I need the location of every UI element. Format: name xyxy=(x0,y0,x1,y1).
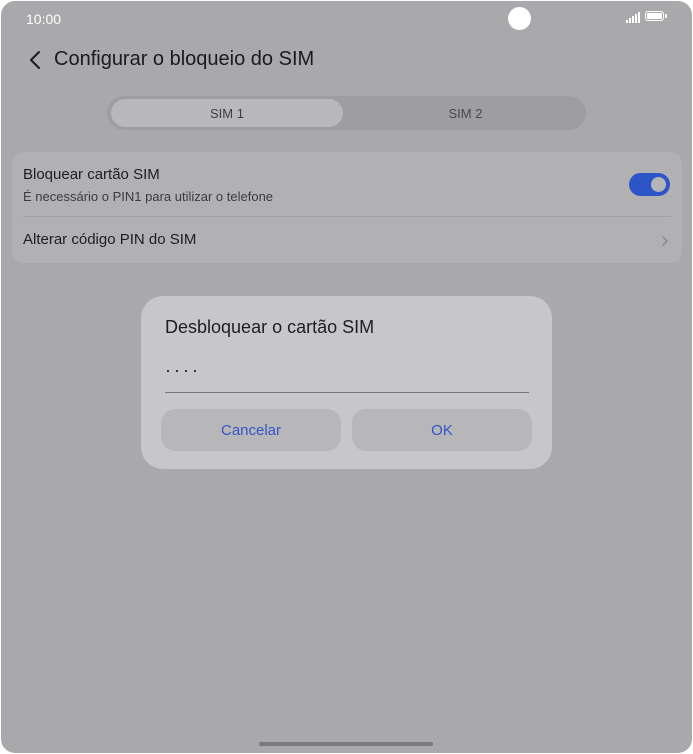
battery-icon xyxy=(645,11,667,21)
tab-sim-2[interactable]: SIM 2 xyxy=(349,99,582,127)
pin-input-underline xyxy=(165,392,529,393)
dialog-title: Desbloquear o cartão SIM xyxy=(165,317,375,337)
home-indicator[interactable] xyxy=(259,742,433,746)
chevron-right-icon xyxy=(662,236,668,246)
pin-input[interactable]: ···· xyxy=(165,360,201,381)
status-time: 10:00 xyxy=(26,11,62,27)
lock-sim-title: Bloquear cartão SIM xyxy=(23,166,160,183)
cancel-button[interactable]: Cancelar xyxy=(161,409,341,451)
ok-button[interactable]: OK xyxy=(352,409,532,451)
change-pin-title[interactable]: Alterar código PIN do SIM xyxy=(23,231,196,248)
back-arrow-icon[interactable] xyxy=(26,49,46,71)
settings-card: Bloquear cartão SIM É necessário o PIN1 … xyxy=(12,152,682,263)
lock-sim-toggle[interactable] xyxy=(629,173,670,196)
camera-cutout xyxy=(508,7,531,30)
unlock-sim-dialog: Desbloquear o cartão SIM ···· Cancelar O… xyxy=(141,296,552,469)
phone-screen: 10:00 Configurar o bloqueio do SIM SIM 1… xyxy=(1,1,692,753)
toggle-knob xyxy=(651,177,666,192)
divider xyxy=(23,216,671,217)
signal-icon xyxy=(626,12,640,23)
page-title: Configurar o bloqueio do SIM xyxy=(54,48,315,70)
sim-tabs: SIM 1 SIM 2 xyxy=(107,96,586,130)
tab-sim-1[interactable]: SIM 1 xyxy=(111,99,343,127)
lock-sim-subtitle: É necessário o PIN1 para utilizar o tele… xyxy=(23,189,274,204)
